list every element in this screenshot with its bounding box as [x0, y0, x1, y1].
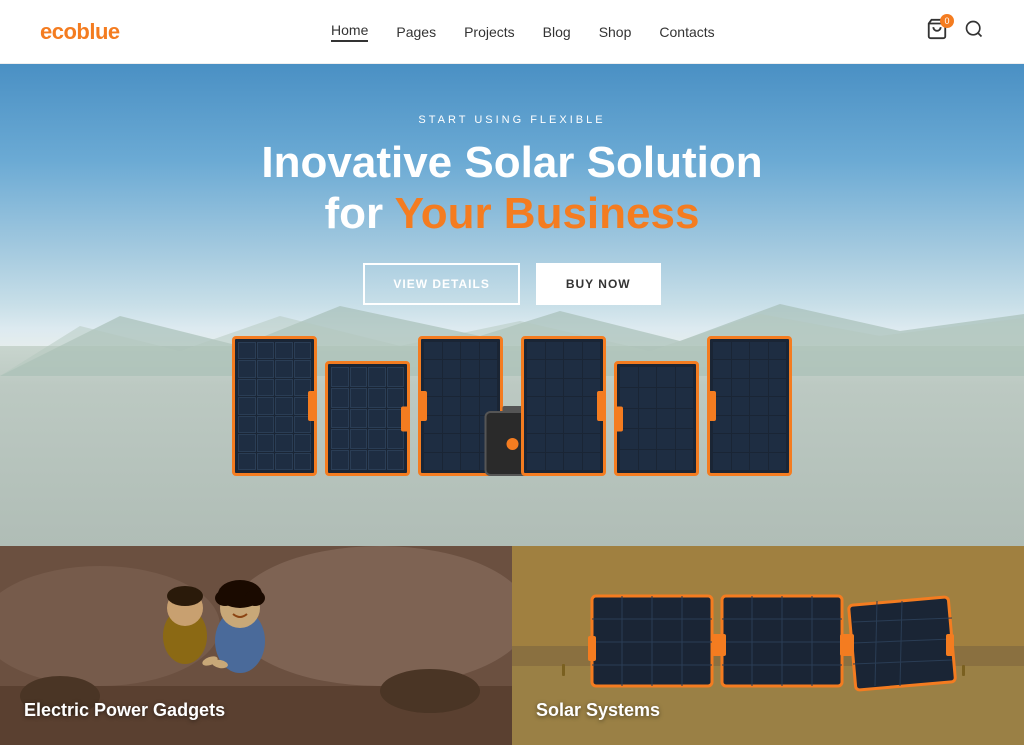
logo-part2: blue: [76, 19, 119, 44]
hero-eyebrow: START USING FLEXIBLE: [0, 114, 1024, 126]
hero-title-line2-prefix: for: [325, 189, 395, 238]
nav-blog[interactable]: Blog: [543, 24, 571, 40]
hero-title-highlight: Your Business: [395, 189, 700, 238]
cart-button[interactable]: 0: [926, 18, 948, 45]
cart-badge: 0: [940, 14, 954, 28]
main-nav: Home Pages Projects Blog Shop Contacts: [331, 22, 715, 42]
buy-now-button[interactable]: BUY NOW: [536, 263, 661, 305]
nav-shop[interactable]: Shop: [599, 24, 632, 40]
bottom-grid: Electric Power Gadgets: [0, 546, 1024, 745]
logo-part1: eco: [40, 19, 76, 44]
nav-home[interactable]: Home: [331, 22, 368, 42]
hero-buttons: VIEW DETAILS BUY NOW: [0, 263, 1024, 305]
hero-title-line1: Inovative Solar Solution: [261, 138, 762, 187]
card-solar-label: Solar Systems: [536, 700, 660, 721]
search-icon: [964, 19, 984, 39]
header-icons: 0: [926, 18, 984, 45]
card-electric-label: Electric Power Gadgets: [24, 700, 225, 721]
view-details-button[interactable]: VIEW DETAILS: [363, 263, 519, 305]
search-button[interactable]: [964, 19, 984, 44]
card-solar-systems[interactable]: Solar Systems: [512, 546, 1024, 745]
hero-title: Inovative Solar Solution for Your Busine…: [0, 138, 1024, 239]
card-electric-gadgets[interactable]: Electric Power Gadgets: [0, 546, 512, 745]
hero-text-block: START USING FLEXIBLE Inovative Solar Sol…: [0, 114, 1024, 305]
nav-contacts[interactable]: Contacts: [659, 24, 714, 40]
logo[interactable]: ecoblue: [40, 19, 120, 45]
header: ecoblue Home Pages Projects Blog Shop Co…: [0, 0, 1024, 64]
hero-section: START USING FLEXIBLE Inovative Solar Sol…: [0, 64, 1024, 546]
nav-pages[interactable]: Pages: [396, 24, 436, 40]
panels-scene: [212, 286, 812, 486]
nav-projects[interactable]: Projects: [464, 24, 515, 40]
